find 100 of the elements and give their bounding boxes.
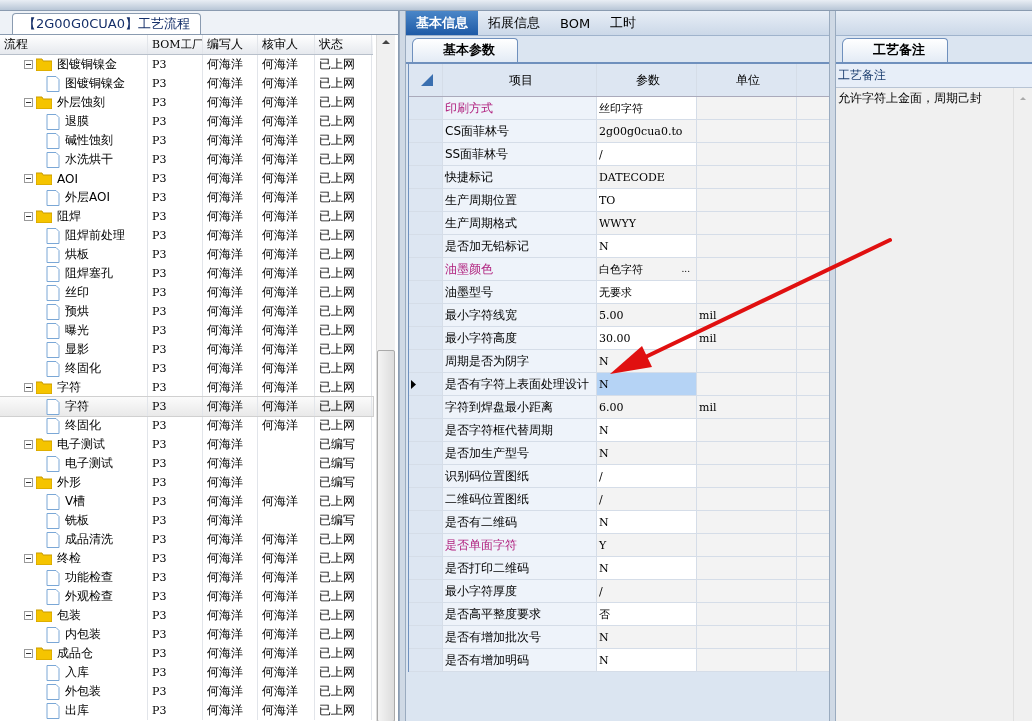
grid-row[interactable]: 生产周期位置 TO <box>409 189 829 212</box>
tree-row[interactable]: 外层AOI P3 何海洋 何海洋 已上网 <box>0 188 373 207</box>
column-header[interactable]: 核审人 <box>258 35 315 54</box>
value-cell[interactable]: TO <box>597 189 697 211</box>
column-header[interactable]: 状态 <box>315 35 372 54</box>
tree-row[interactable]: 阻焊前处理 P3 何海洋 何海洋 已上网 <box>0 226 373 245</box>
value-cell[interactable]: 丝印字符 <box>597 97 697 119</box>
tree-row[interactable]: 外观检查 P3 何海洋 何海洋 已上网 <box>0 587 373 606</box>
value-cell[interactable]: 6.00 <box>597 396 697 418</box>
tree-row[interactable]: 退膜 P3 何海洋 何海洋 已上网 <box>0 112 373 131</box>
tree-row[interactable]: 图镀铜镍金 P3 何海洋 何海洋 已上网 <box>0 74 373 93</box>
tree-row[interactable]: 预烘 P3 何海洋 何海洋 已上网 <box>0 302 373 321</box>
grid-row[interactable]: 是否字符框代替周期 N <box>409 419 829 442</box>
tree-row[interactable]: 终固化 P3 何海洋 何海洋 已上网 <box>0 416 373 435</box>
grid-row[interactable]: 字符到焊盘最小距离 6.00 mil <box>409 396 829 419</box>
tree-row[interactable]: 成品清洗 P3 何海洋 何海洋 已上网 <box>0 530 373 549</box>
panel-title[interactable]: 【2G00G0CUA0】工艺流程 <box>12 13 201 34</box>
column-header[interactable]: 编写人 <box>203 35 258 54</box>
grid-row[interactable]: 是否有增加明码 N <box>409 649 829 672</box>
tree-row[interactable]: 外形 P3 何海洋 已编写 <box>0 473 373 492</box>
value-cell[interactable]: / <box>597 488 697 510</box>
value-cell[interactable]: 30.00 <box>597 327 697 349</box>
notes-text[interactable]: 允许字符上金面，周期己封 <box>836 88 1013 721</box>
tree-row[interactable]: 丝印 P3 何海洋 何海洋 已上网 <box>0 283 373 302</box>
subtab[interactable]: 工艺备注 <box>842 38 948 62</box>
tree-row[interactable]: 阻焊 P3 何海洋 何海洋 已上网 <box>0 207 373 226</box>
grid-row[interactable]: 最小字符厚度 / <box>409 580 829 603</box>
grid-row[interactable]: SS面菲林号 / <box>409 143 829 166</box>
tree-row[interactable]: 烘板 P3 何海洋 何海洋 已上网 <box>0 245 373 264</box>
value-cell[interactable]: / <box>597 465 697 487</box>
grid-row[interactable]: 二维码位置图纸 / <box>409 488 829 511</box>
tree-row[interactable]: 出库 P3 何海洋 何海洋 已上网 <box>0 701 373 720</box>
scrollbar[interactable] <box>376 35 395 721</box>
subtab[interactable]: 基本参数 <box>412 38 518 62</box>
grid-row[interactable]: 周期是否为阴字 N <box>409 350 829 373</box>
tree-row[interactable]: 电子测试 P3 何海洋 已编写 <box>0 435 373 454</box>
tree-row[interactable]: 曝光 P3 何海洋 何海洋 已上网 <box>0 321 373 340</box>
grid-row[interactable]: 生产周期格式 WWYY <box>409 212 829 235</box>
value-cell[interactable]: N <box>597 373 697 395</box>
grid-row[interactable]: 是否加生产型号 N <box>409 442 829 465</box>
collapse-icon[interactable] <box>24 440 33 449</box>
grid-row[interactable]: 识别码位置图纸 / <box>409 465 829 488</box>
column-header[interactable]: 流程 <box>0 35 148 54</box>
tree-row[interactable]: 显影 P3 何海洋 何海洋 已上网 <box>0 340 373 359</box>
grid-row[interactable]: 最小字符高度 30.00 mil <box>409 327 829 350</box>
column-header[interactable]: BOM工厂 <box>148 35 203 54</box>
value-cell[interactable]: N <box>597 511 697 533</box>
value-cell[interactable]: Y <box>597 534 697 556</box>
collapse-icon[interactable] <box>24 554 33 563</box>
ellipsis-button[interactable]: ... <box>681 264 690 274</box>
grid-row[interactable]: 是否有字符上表面处理设计 N <box>409 373 829 396</box>
grid-row[interactable]: 是否高平整度要求 否 <box>409 603 829 626</box>
value-cell[interactable]: / <box>597 143 697 165</box>
tree-row[interactable]: 阻焊塞孔 P3 何海洋 何海洋 已上网 <box>0 264 373 283</box>
scroll-thumb[interactable] <box>377 350 395 721</box>
grid-row[interactable]: 是否有增加批次号 N <box>409 626 829 649</box>
grid-row[interactable]: CS面菲林号 2g00g0cua0.to <box>409 120 829 143</box>
value-cell[interactable]: / <box>597 580 697 602</box>
tree-row[interactable]: 图镀铜镍金 P3 何海洋 何海洋 已上网 <box>0 55 373 74</box>
grid-row[interactable]: 是否有二维码 N <box>409 511 829 534</box>
grid-row[interactable]: 印刷方式 丝印字符 <box>409 97 829 120</box>
grid-row[interactable]: 是否加无铅标记 N <box>409 235 829 258</box>
grid-row[interactable]: 快捷标记 DATECODE <box>409 166 829 189</box>
tree-row[interactable]: 入库 P3 何海洋 何海洋 已上网 <box>0 663 373 682</box>
collapse-icon[interactable] <box>24 611 33 620</box>
grid-row[interactable]: 是否打印二维码 N <box>409 557 829 580</box>
value-cell[interactable]: 5.00 <box>597 304 697 326</box>
value-cell[interactable]: WWYY <box>597 212 697 234</box>
grid-row[interactable]: 是否单面字符 Y <box>409 534 829 557</box>
tab[interactable]: 拓展信息 <box>478 11 550 35</box>
tree-row[interactable]: 外层蚀刻 P3 何海洋 何海洋 已上网 <box>0 93 373 112</box>
grid-row[interactable]: 最小字符线宽 5.00 mil <box>409 304 829 327</box>
tree-row[interactable]: 成品仓 P3 何海洋 何海洋 已上网 <box>0 644 373 663</box>
column-header[interactable]: 单位 <box>697 64 797 96</box>
tree-row[interactable]: 字符 P3 何海洋 何海洋 已上网 <box>0 397 373 416</box>
collapse-icon[interactable] <box>24 60 33 69</box>
tree-row[interactable]: 电子测试 P3 何海洋 已编写 <box>0 454 373 473</box>
row-header[interactable] <box>409 373 443 395</box>
collapse-icon[interactable] <box>24 478 33 487</box>
tree-row[interactable]: 功能检查 P3 何海洋 何海洋 已上网 <box>0 568 373 587</box>
tree-row[interactable]: 碱性蚀刻 P3 何海洋 何海洋 已上网 <box>0 131 373 150</box>
value-cell[interactable]: 无要求 <box>597 281 697 303</box>
tree-row[interactable]: 包装 P3 何海洋 何海洋 已上网 <box>0 606 373 625</box>
tree-row[interactable]: V槽 P3 何海洋 何海洋 已上网 <box>0 492 373 511</box>
value-cell[interactable]: 否 <box>597 603 697 625</box>
value-cell[interactable]: 白色字符 ... <box>597 258 697 280</box>
collapse-icon[interactable] <box>24 98 33 107</box>
collapse-icon[interactable] <box>24 383 33 392</box>
value-cell[interactable]: 2g00g0cua0.to <box>597 120 697 142</box>
tree-row[interactable]: 终固化 P3 何海洋 何海洋 已上网 <box>0 359 373 378</box>
tab[interactable]: 基本信息 <box>406 11 478 35</box>
value-cell[interactable]: N <box>597 442 697 464</box>
value-cell[interactable]: N <box>597 235 697 257</box>
splitter[interactable] <box>829 11 836 721</box>
collapse-icon[interactable] <box>24 649 33 658</box>
tree-row[interactable]: 终检 P3 何海洋 何海洋 已上网 <box>0 549 373 568</box>
tab[interactable]: 工时 <box>600 11 647 35</box>
value-cell[interactable]: N <box>597 419 697 441</box>
value-cell[interactable]: N <box>597 649 697 671</box>
corner-icon[interactable] <box>420 74 433 86</box>
